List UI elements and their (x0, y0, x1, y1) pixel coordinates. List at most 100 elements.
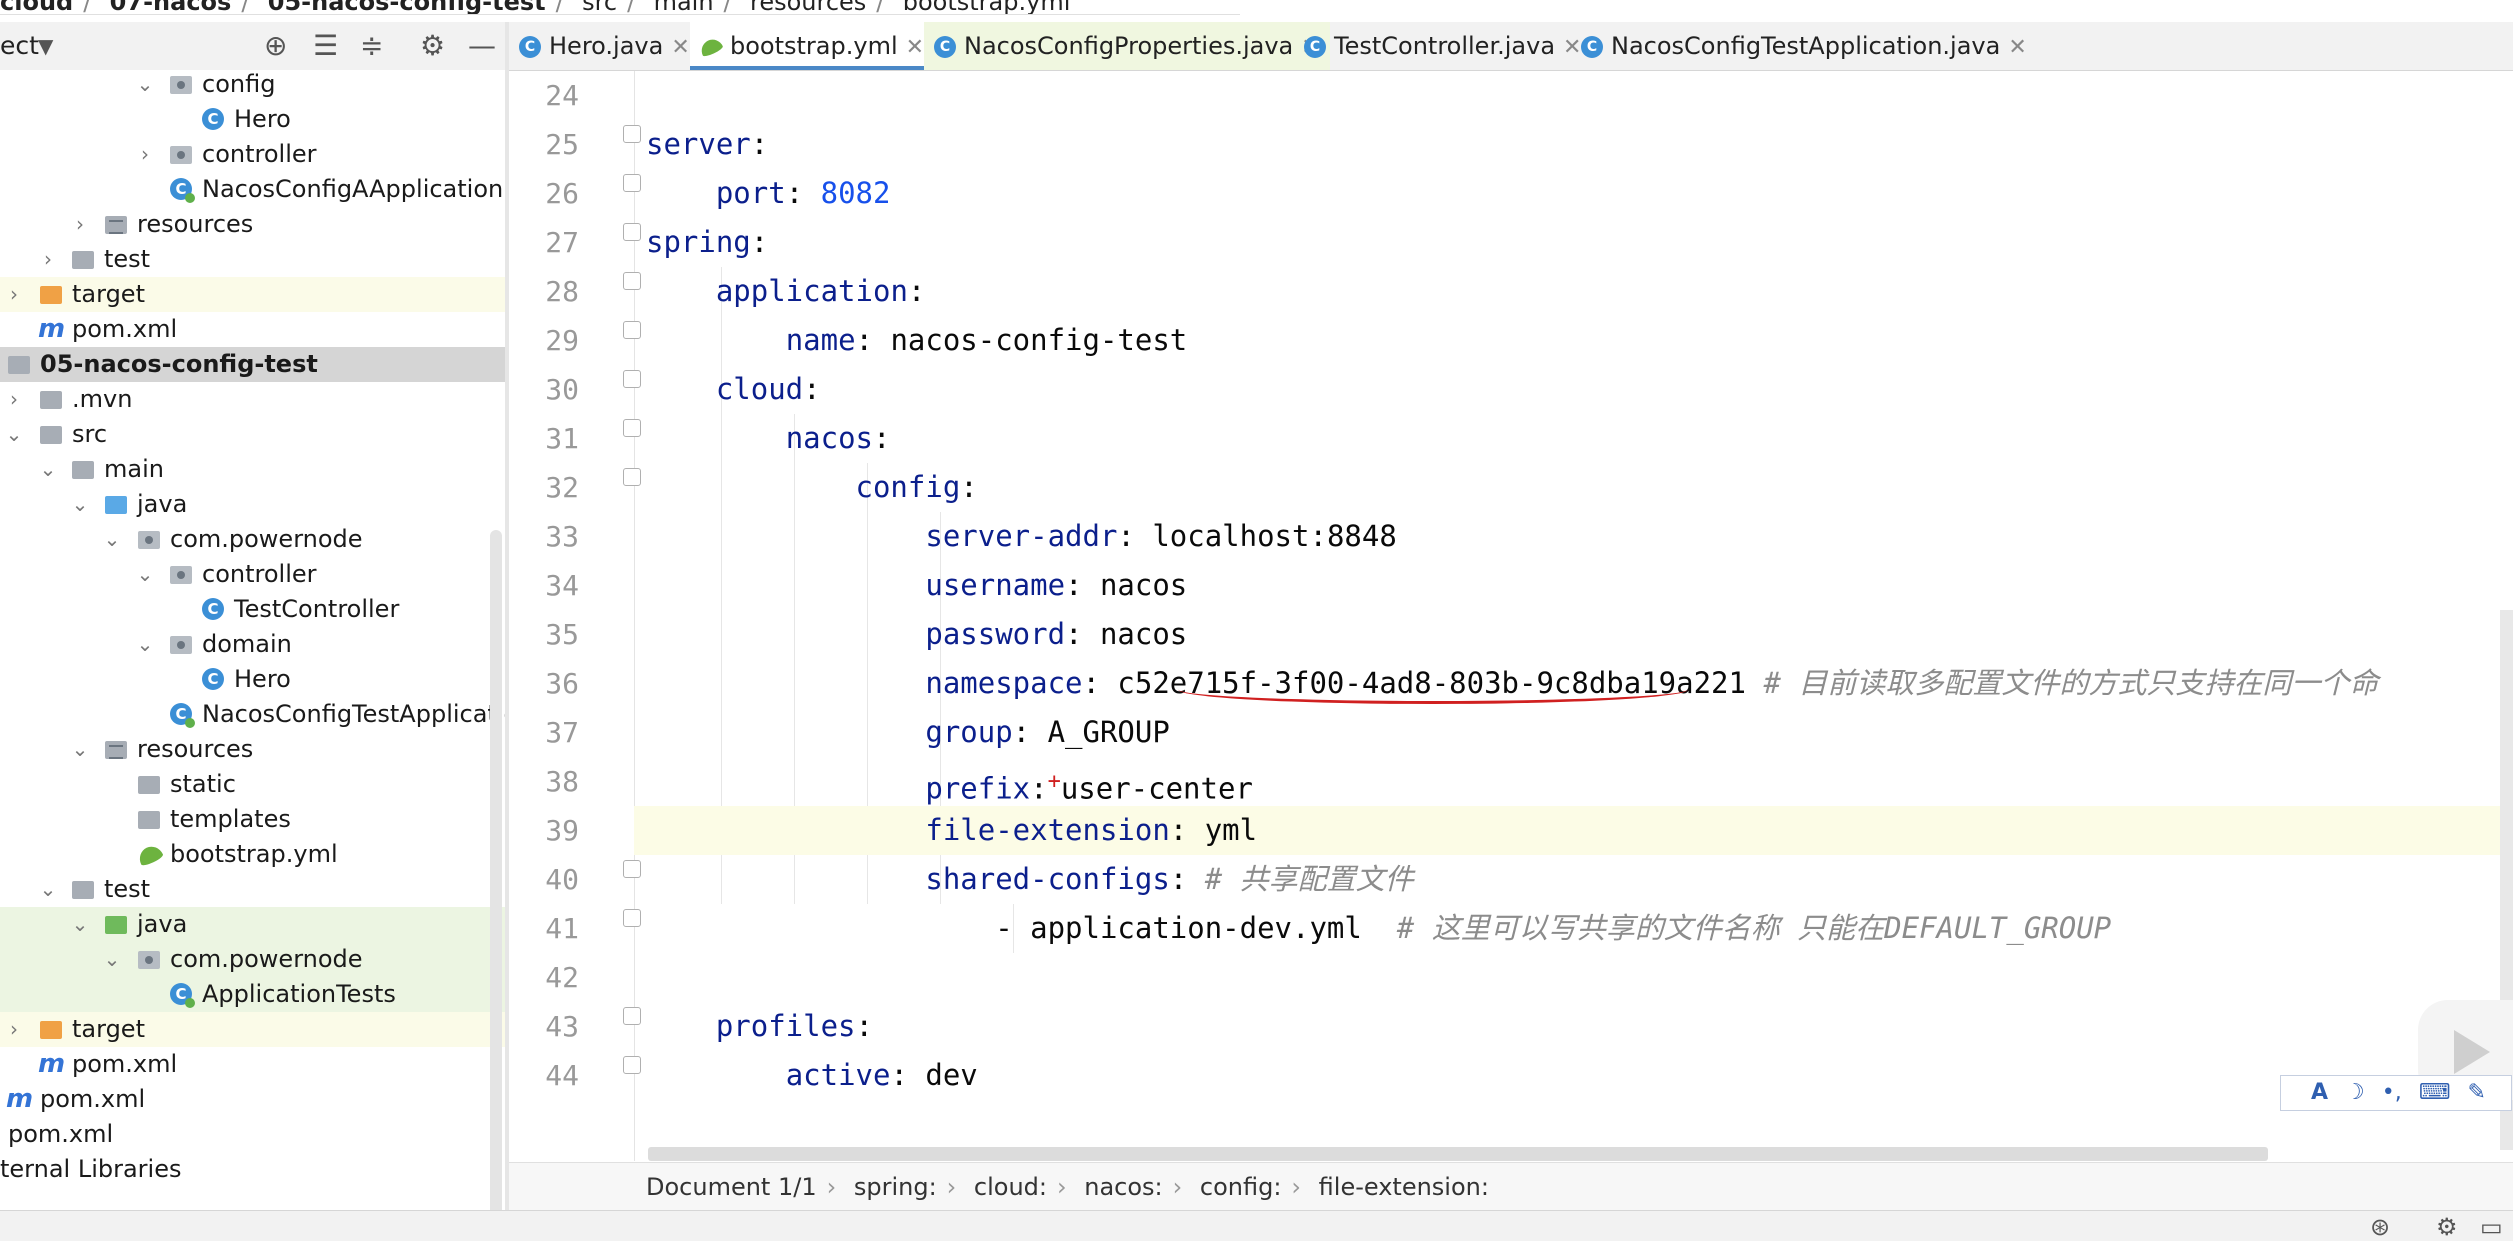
chevron-down-icon[interactable]: ▼ (38, 31, 53, 61)
fold-marker-icon[interactable] (623, 223, 641, 241)
fold-marker-icon[interactable] (623, 419, 641, 437)
tree-item-pom[interactable]: pom.xml (0, 1117, 505, 1152)
crosshair-icon[interactable]: ⊕ (264, 31, 287, 61)
chevron-down-icon[interactable]: ⌄ (102, 942, 122, 977)
tab-bootstrap-yml[interactable]: bootstrap.yml ✕ (690, 22, 935, 70)
code-area[interactable]: server: port: 8082 spring: application: … (634, 71, 2513, 1161)
tree-item-external-libraries[interactable]: ternal Libraries (0, 1152, 505, 1187)
close-icon[interactable]: ✕ (671, 35, 689, 60)
fold-marker-icon[interactable] (623, 468, 641, 486)
breadcrumb-item[interactable]: spring: (854, 1173, 937, 1201)
minimize-icon[interactable]: — (468, 31, 496, 61)
tree-item-module[interactable]: 05-nacos-config-test (0, 347, 505, 382)
tree-item-pom[interactable]: m pom.xml (0, 1047, 505, 1082)
tree-item-resources[interactable]: › resources (0, 207, 505, 242)
tree-item-controller[interactable]: ⌄ controller (0, 557, 505, 592)
fold-marker-icon[interactable] (623, 272, 641, 290)
tree-item-applicationtests[interactable]: C ApplicationTests (0, 977, 505, 1012)
tree-item-src[interactable]: ⌄ src (0, 417, 505, 452)
gear-icon[interactable]: ⚙ (420, 31, 445, 61)
fold-marker-icon[interactable] (623, 1056, 641, 1074)
notifications-icon[interactable]: ▭ (2480, 1213, 2503, 1241)
crumb-1[interactable]: 07-nacos (110, 0, 232, 14)
input-method-toolbar[interactable]: A ☽ •, ⌨ ✎ (2280, 1075, 2512, 1111)
tree-item-target[interactable]: › target (0, 277, 505, 312)
chevron-right-icon[interactable]: › (38, 242, 58, 277)
close-icon[interactable]: ✕ (906, 35, 924, 60)
expand-all-icon[interactable]: ☰ (313, 31, 338, 61)
tree-item-resources[interactable]: ⌄ resources (0, 732, 505, 767)
tree-item-pom[interactable]: m pom.xml (0, 312, 505, 347)
tree-item-config[interactable]: ⌄ config (0, 70, 505, 102)
crumb-5[interactable]: resources (750, 0, 866, 14)
fold-marker-icon[interactable] (623, 1007, 641, 1025)
tree-item-nacosconfigtestapplication[interactable]: C NacosConfigTestApplication (0, 697, 505, 732)
punctuation-icon[interactable]: •, (2382, 1080, 2402, 1105)
breadcrumb-item[interactable]: config: (1200, 1173, 1282, 1201)
chevron-right-icon[interactable]: › (4, 1012, 24, 1047)
crumb-3[interactable]: src (582, 0, 617, 14)
chevron-down-icon[interactable]: ⌄ (38, 452, 58, 487)
tree-item-bootstrap-yml[interactable]: bootstrap.yml (0, 837, 505, 872)
project-view-title[interactable]: ect (0, 31, 39, 60)
fold-marker-icon[interactable] (623, 909, 641, 927)
tab-testcontroller-java[interactable]: C TestController.java ✕ (1304, 22, 1581, 70)
chevron-right-icon[interactable]: › (4, 382, 24, 417)
crumb-0[interactable]: cloud (0, 0, 73, 14)
collapse-all-icon[interactable]: ≑ (360, 31, 383, 61)
chevron-down-icon[interactable]: ⌄ (38, 872, 58, 907)
tree-item-test-package[interactable]: ⌄ com.powernode (0, 942, 505, 977)
fold-marker-icon[interactable] (623, 321, 641, 339)
tree-item-test[interactable]: ⌄ test (0, 872, 505, 907)
gear-icon[interactable]: ⚙ (2436, 1213, 2458, 1241)
tree-item-hero[interactable]: C Hero (0, 662, 505, 697)
chevron-right-icon[interactable]: › (70, 207, 90, 242)
document-indicator[interactable]: Document 1/1 (646, 1173, 817, 1201)
tree-item-mvn[interactable]: › .mvn (0, 382, 505, 417)
tree-item-pom[interactable]: m pom.xml (0, 1082, 505, 1117)
tab-hero-java[interactable]: C Hero.java ✕ (519, 22, 690, 70)
crumb-6[interactable]: bootstrap.yml (903, 0, 1071, 14)
chevron-down-icon[interactable]: ⌄ (135, 557, 155, 592)
tree-item-templates[interactable]: templates (0, 802, 505, 837)
keyboard-icon[interactable]: ⌨ (2419, 1080, 2451, 1105)
breadcrumb-item[interactable]: file-extension: (1319, 1173, 1489, 1201)
chevron-down-icon[interactable]: ⌄ (4, 417, 24, 452)
tree-item-main[interactable]: ⌄ main (0, 452, 505, 487)
tab-nacosconfigtestapplication-java[interactable]: C NacosConfigTestApplication.java ✕ (1581, 22, 2027, 70)
chevron-down-icon[interactable]: ⌄ (70, 487, 90, 522)
chevron-down-icon[interactable]: ⌄ (135, 627, 155, 662)
tab-nacosconfigproperties-java[interactable]: CNacosConfigProperties.java✕ (924, 22, 1330, 70)
fold-marker-icon[interactable] (623, 174, 641, 192)
tree-item-testcontroller[interactable]: C TestController (0, 592, 505, 627)
editor-horizontal-scrollbar[interactable] (648, 1147, 2268, 1161)
moon-icon[interactable]: ☽ (2345, 1080, 2365, 1105)
breadcrumb-item[interactable]: nacos: (1084, 1173, 1162, 1201)
tree-item-domain[interactable]: ⌄ domain (0, 627, 505, 662)
chevron-down-icon[interactable]: ⌄ (135, 70, 155, 102)
tree-item-static[interactable]: static (0, 767, 505, 802)
fold-marker-icon[interactable] (623, 125, 641, 143)
fold-marker-icon[interactable] (623, 860, 641, 878)
tree-item-nacosconfigaapplication[interactable]: C NacosConfigAApplication (0, 172, 505, 207)
close-icon[interactable]: ✕ (1563, 35, 1581, 60)
crumb-4[interactable]: main (654, 0, 714, 14)
crumb-2[interactable]: 05-nacos-config-test (268, 0, 546, 14)
chevron-down-icon[interactable]: ⌄ (102, 522, 122, 557)
tree-item-target[interactable]: › target (0, 1012, 505, 1047)
tree-item-controller[interactable]: › controller (0, 137, 505, 172)
tree-item-hero[interactable]: C Hero (0, 102, 505, 137)
wrench-icon[interactable]: ✎ (2468, 1080, 2486, 1105)
tree-item-test-java[interactable]: ⌄ java (0, 907, 505, 942)
tree-item-java[interactable]: ⌄ java (0, 487, 505, 522)
chevron-down-icon[interactable]: ⌄ (70, 732, 90, 767)
settings-sync-icon[interactable]: ⊛ (2370, 1213, 2390, 1241)
tree-item-com-powernode[interactable]: ⌄ com.powernode (0, 522, 505, 557)
tree-item-test[interactable]: › test (0, 242, 505, 277)
close-icon[interactable]: ✕ (2008, 35, 2026, 60)
input-mode-label[interactable]: A (2311, 1080, 2328, 1105)
chevron-right-icon[interactable]: › (4, 277, 24, 312)
fold-marker-icon[interactable] (623, 370, 641, 388)
chevron-down-icon[interactable]: ⌄ (70, 907, 90, 942)
breadcrumb-item[interactable]: cloud: (974, 1173, 1047, 1201)
